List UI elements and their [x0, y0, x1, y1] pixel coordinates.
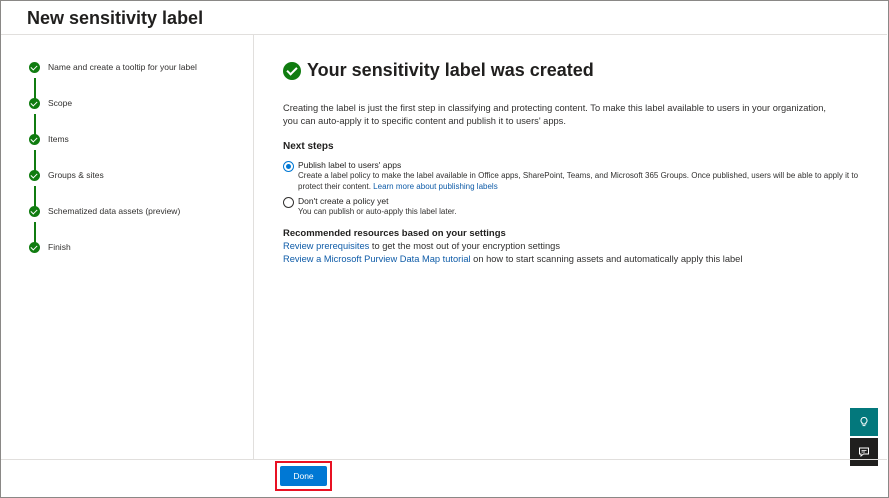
step-label: Scope	[48, 98, 73, 108]
radio-selected[interactable]	[283, 161, 294, 172]
lightbulb-icon	[860, 416, 868, 427]
success-heading: Your sensitivity label was created	[283, 60, 863, 81]
step-finish[interactable]: Finish	[29, 239, 71, 255]
done-button[interactable]: Done	[280, 466, 327, 486]
main-content: Your sensitivity label was created Creat…	[283, 60, 863, 264]
resource-text: on how to start scanning assets and auto…	[470, 254, 743, 264]
radio-unselected[interactable]	[283, 197, 294, 208]
option-publish[interactable]: Publish label to users' apps Create a la…	[283, 160, 863, 192]
check-circle-icon	[29, 241, 40, 253]
option-description: You can publish or auto-apply this label…	[298, 207, 457, 216]
check-circle-icon	[29, 133, 40, 145]
step-items[interactable]: Items	[29, 131, 69, 147]
step-label: Schematized data assets (preview)	[48, 206, 181, 216]
next-steps-title: Next steps	[283, 141, 334, 152]
step-label: Name and create a tooltip for your label	[48, 62, 197, 72]
option-title: Publish label to users' apps	[298, 160, 402, 170]
heading-text: Your sensitivity label was created	[307, 60, 594, 80]
step-label: Groups & sites	[48, 170, 104, 180]
description-text: Creating the label is just the first ste…	[283, 103, 826, 126]
step-scope[interactable]: Scope	[29, 95, 72, 111]
feedback-icon	[859, 447, 869, 458]
step-label: Finish	[48, 242, 71, 252]
step-name-tooltip[interactable]: Name and create a tooltip for your label	[29, 59, 197, 75]
check-circle-icon	[29, 97, 40, 109]
learn-more-link[interactable]: Learn more about publishing labels	[373, 182, 498, 191]
resources-title: Recommended resources based on your sett…	[283, 228, 506, 239]
check-circle-icon	[29, 205, 40, 217]
check-circle-icon	[29, 169, 40, 181]
option-no-policy[interactable]: Don't create a policy yet You can publis…	[283, 196, 863, 218]
page-title: New sensitivity label	[27, 8, 204, 28]
data-map-tutorial-link[interactable]: Review a Microsoft Purview Data Map tuto…	[283, 254, 471, 264]
resource-item: Review prerequisites to get the most out…	[283, 241, 560, 251]
wizard-steps-pane: Name and create a tooltip for your label…	[1, 35, 254, 459]
check-circle-icon	[29, 61, 40, 73]
step-schematized-data[interactable]: Schematized data assets (preview)	[29, 203, 180, 219]
wizard-footer	[1, 459, 887, 496]
option-title: Don't create a policy yet	[298, 196, 389, 206]
help-button[interactable]	[850, 408, 878, 436]
step-groups-sites[interactable]: Groups & sites	[29, 167, 104, 183]
step-label: Items	[48, 134, 69, 144]
resource-item: Review a Microsoft Purview Data Map tuto…	[283, 254, 742, 264]
resource-text: to get the most out of your encryption s…	[369, 241, 560, 251]
wizard-header: New sensitivity label	[1, 1, 887, 35]
success-check-icon	[283, 61, 301, 80]
review-prerequisites-link[interactable]: Review prerequisites	[283, 241, 369, 251]
